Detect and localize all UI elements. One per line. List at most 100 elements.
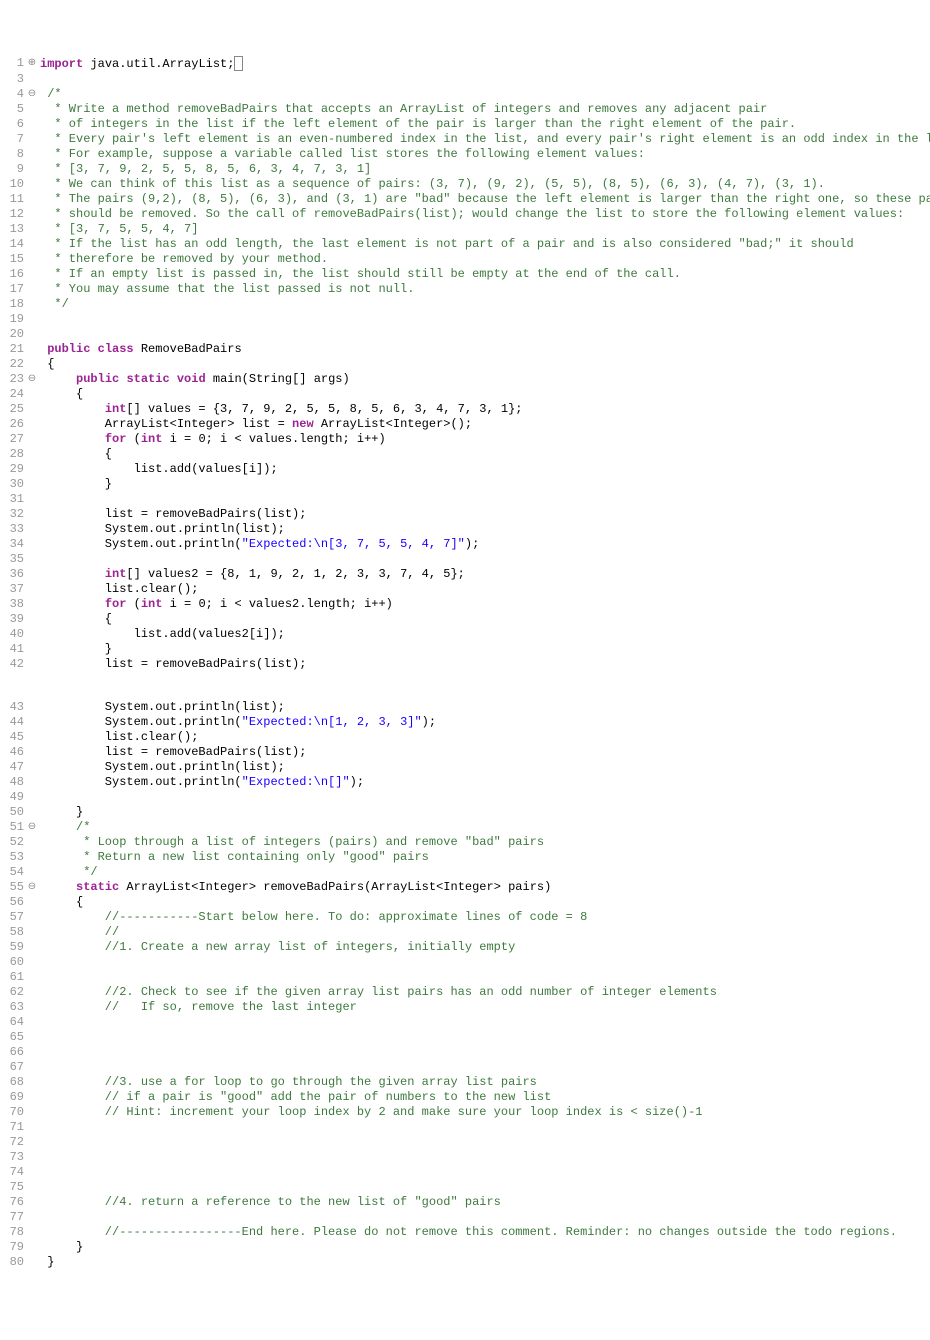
code-content[interactable]: { <box>38 447 930 462</box>
code-content[interactable]: /* <box>38 87 930 102</box>
code-line[interactable]: 66 <box>0 1045 930 1060</box>
code-content[interactable]: //4. return a reference to the new list … <box>38 1195 930 1210</box>
code-line[interactable]: 27 for (int i = 0; i < values.length; i+… <box>0 432 930 447</box>
code-line[interactable]: 3 <box>0 72 930 87</box>
code-line[interactable]: 50 } <box>0 805 930 820</box>
code-content[interactable]: } <box>38 1255 930 1270</box>
fold-toggle-icon[interactable]: ⊖ <box>26 880 38 895</box>
code-line[interactable]: 9 * [3, 7, 9, 2, 5, 5, 8, 5, 6, 3, 4, 7,… <box>0 162 930 177</box>
code-content[interactable]: list = removeBadPairs(list); <box>38 507 930 522</box>
code-content[interactable]: // Hint: increment your loop index by 2 … <box>38 1105 930 1120</box>
code-content[interactable]: //3. use a for loop to go through the gi… <box>38 1075 930 1090</box>
code-line[interactable]: 80 } <box>0 1255 930 1270</box>
code-line[interactable]: 62 //2. Check to see if the given array … <box>0 985 930 1000</box>
code-line[interactable]: 14 * If the list has an odd length, the … <box>0 237 930 252</box>
code-line[interactable]: 51⊖ /* <box>0 820 930 835</box>
code-line[interactable]: 24 { <box>0 387 930 402</box>
code-line[interactable]: 58 // <box>0 925 930 940</box>
code-content[interactable]: //-----------Start below here. To do: ap… <box>38 910 930 925</box>
code-line[interactable]: 65 <box>0 1030 930 1045</box>
code-line[interactable]: 55⊖ static ArrayList<Integer> removeBadP… <box>0 880 930 895</box>
code-line[interactable]: 43 System.out.println(list); <box>0 700 930 715</box>
code-line[interactable]: 78 //-----------------End here. Please d… <box>0 1225 930 1240</box>
code-line[interactable]: 20 <box>0 327 930 342</box>
code-content[interactable]: * For example, suppose a variable called… <box>38 147 930 162</box>
code-content[interactable]: */ <box>38 297 930 312</box>
code-content[interactable]: list = removeBadPairs(list); <box>38 745 930 760</box>
fold-toggle-icon[interactable]: ⊕ <box>26 56 38 71</box>
code-line[interactable]: 40 list.add(values2[i]); <box>0 627 930 642</box>
code-line[interactable]: 34 System.out.println("Expected:\n[3, 7,… <box>0 537 930 552</box>
code-content[interactable]: for (int i = 0; i < values2.length; i++) <box>38 597 930 612</box>
code-content[interactable]: * You may assume that the list passed is… <box>38 282 930 297</box>
code-content[interactable]: /* <box>38 820 930 835</box>
code-content[interactable]: * Write a method removeBadPairs that acc… <box>38 102 930 117</box>
code-content[interactable]: * If the list has an odd length, the las… <box>38 237 930 252</box>
code-line[interactable]: 5 * Write a method removeBadPairs that a… <box>0 102 930 117</box>
code-line[interactable]: 57 //-----------Start below here. To do:… <box>0 910 930 925</box>
code-content[interactable]: } <box>38 477 930 492</box>
code-line[interactable]: 18 */ <box>0 297 930 312</box>
code-content[interactable]: * We can think of this list as a sequenc… <box>38 177 930 192</box>
code-line[interactable]: 28 { <box>0 447 930 462</box>
code-line[interactable]: 1⊕import java.util.ArrayList; <box>0 56 930 72</box>
code-line[interactable]: 69 // if a pair is "good" add the pair o… <box>0 1090 930 1105</box>
code-content[interactable]: * The pairs (9,2), (8, 5), (6, 3), and (… <box>38 192 930 207</box>
code-line[interactable]: 11 * The pairs (9,2), (8, 5), (6, 3), an… <box>0 192 930 207</box>
code-content[interactable]: import java.util.ArrayList; <box>38 56 930 72</box>
code-line[interactable]: 38 for (int i = 0; i < values2.length; i… <box>0 597 930 612</box>
code-line[interactable]: 6 * of integers in the list if the left … <box>0 117 930 132</box>
code-content[interactable]: // If so, remove the last integer <box>38 1000 930 1015</box>
code-line[interactable]: 64 <box>0 1015 930 1030</box>
code-content[interactable]: //1. Create a new array list of integers… <box>38 940 930 955</box>
code-content[interactable]: * Every pair's left element is an even-n… <box>38 132 930 147</box>
code-line[interactable]: 39 { <box>0 612 930 627</box>
code-line[interactable]: 52 * Loop through a list of integers (pa… <box>0 835 930 850</box>
code-line[interactable]: 25 int[] values = {3, 7, 9, 2, 5, 5, 8, … <box>0 402 930 417</box>
code-content[interactable]: System.out.println(list); <box>38 522 930 537</box>
code-content[interactable]: { <box>38 387 930 402</box>
code-line[interactable]: 32 list = removeBadPairs(list); <box>0 507 930 522</box>
code-content[interactable]: int[] values = {3, 7, 9, 2, 5, 5, 8, 5, … <box>38 402 930 417</box>
code-line[interactable]: 21 public class RemoveBadPairs <box>0 342 930 357</box>
code-line[interactable]: 61 <box>0 970 930 985</box>
code-content[interactable]: list.clear(); <box>38 582 930 597</box>
code-line[interactable]: 13 * [3, 7, 5, 5, 4, 7] <box>0 222 930 237</box>
code-editor[interactable]: 1⊕import java.util.ArrayList;34⊖ /*5 * W… <box>0 56 930 1270</box>
code-content[interactable]: * should be removed. So the call of remo… <box>38 207 930 222</box>
code-line[interactable]: 4⊖ /* <box>0 87 930 102</box>
code-line[interactable]: 46 list = removeBadPairs(list); <box>0 745 930 760</box>
code-line[interactable]: 49 <box>0 790 930 805</box>
code-content[interactable]: * of integers in the list if the left el… <box>38 117 930 132</box>
code-line[interactable]: 60 <box>0 955 930 970</box>
code-content[interactable]: list.add(values[i]); <box>38 462 930 477</box>
code-content[interactable]: * therefore be removed by your method. <box>38 252 930 267</box>
code-line[interactable]: 54 */ <box>0 865 930 880</box>
code-line[interactable]: 37 list.clear(); <box>0 582 930 597</box>
code-line[interactable]: 72 <box>0 1135 930 1150</box>
code-line[interactable]: 77 <box>0 1210 930 1225</box>
code-line[interactable]: 8 * For example, suppose a variable call… <box>0 147 930 162</box>
code-line[interactable]: 71 <box>0 1120 930 1135</box>
code-line[interactable]: 29 list.add(values[i]); <box>0 462 930 477</box>
code-line[interactable]: 15 * therefore be removed by your method… <box>0 252 930 267</box>
code-content[interactable]: //2. Check to see if the given array lis… <box>38 985 930 1000</box>
code-line[interactable]: 74 <box>0 1165 930 1180</box>
code-line[interactable]: 63 // If so, remove the last integer <box>0 1000 930 1015</box>
code-line[interactable]: 16 * If an empty list is passed in, the … <box>0 267 930 282</box>
code-content[interactable]: // if a pair is "good" add the pair of n… <box>38 1090 930 1105</box>
fold-toggle-icon[interactable]: ⊖ <box>26 820 38 835</box>
code-content[interactable]: * [3, 7, 9, 2, 5, 5, 8, 5, 6, 3, 4, 7, 3… <box>38 162 930 177</box>
code-line[interactable]: 53 * Return a new list containing only "… <box>0 850 930 865</box>
code-content[interactable]: * [3, 7, 5, 5, 4, 7] <box>38 222 930 237</box>
code-line[interactable]: 59 //1. Create a new array list of integ… <box>0 940 930 955</box>
code-content[interactable]: list.add(values2[i]); <box>38 627 930 642</box>
code-line[interactable]: 31 <box>0 492 930 507</box>
code-content[interactable]: list.clear(); <box>38 730 930 745</box>
code-line[interactable]: 56 { <box>0 895 930 910</box>
fold-toggle-icon[interactable]: ⊖ <box>26 87 38 102</box>
code-content[interactable]: } <box>38 805 930 820</box>
code-line[interactable]: 10 * We can think of this list as a sequ… <box>0 177 930 192</box>
code-content[interactable]: * If an empty list is passed in, the lis… <box>38 267 930 282</box>
code-line[interactable]: 45 list.clear(); <box>0 730 930 745</box>
